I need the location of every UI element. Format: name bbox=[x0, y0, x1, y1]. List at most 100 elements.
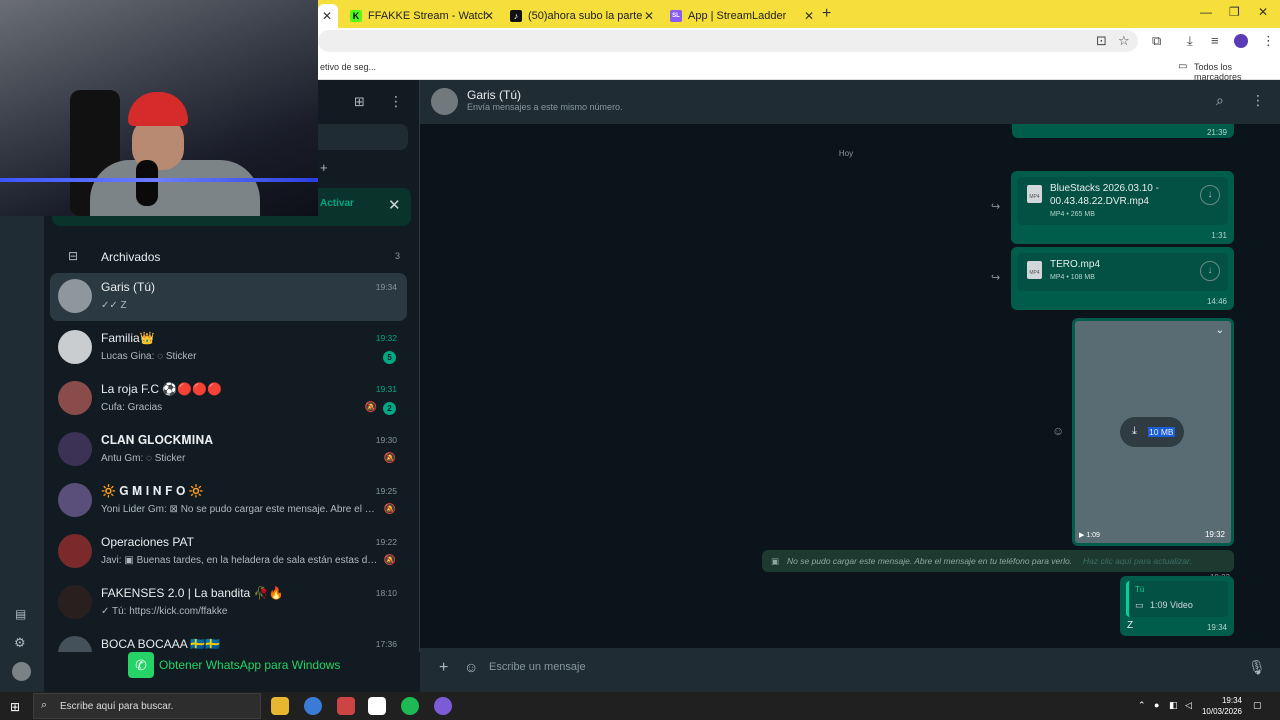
file-explorer-icon[interactable] bbox=[271, 697, 289, 715]
extensions-icon[interactable]: ⧉ bbox=[1152, 33, 1161, 49]
contact-name: Garis (Tú) bbox=[467, 88, 521, 102]
media-icon[interactable]: ▤ bbox=[15, 607, 26, 621]
profile-avatar[interactable] bbox=[1234, 34, 1248, 48]
spotify-icon[interactable] bbox=[401, 697, 419, 715]
windows-start-icon[interactable]: ⊞ bbox=[10, 700, 20, 714]
settings-icon[interactable]: ⚙ bbox=[14, 635, 26, 651]
chat-item[interactable]: BOCA BOCAAA 🇸🇪🇸🇪 17:36 bbox=[50, 630, 407, 652]
network-icon[interactable]: ◧ bbox=[1169, 700, 1178, 711]
tab-ffakke[interactable]: K FFAKKE Stream - Watch Live on ✕ bbox=[342, 4, 500, 28]
file-meta: MP4 • 265 MB bbox=[1050, 211, 1095, 218]
menu-icon[interactable]: ⋮ bbox=[389, 93, 403, 110]
menu-icon[interactable]: ⋮ bbox=[1251, 92, 1265, 109]
quoted-message[interactable]: Tú ▭ 1:09 Video bbox=[1126, 581, 1228, 617]
chat-time: 19:30 bbox=[375, 435, 397, 445]
streamer-body bbox=[90, 160, 260, 216]
failed-message[interactable]: ▣ No se pudo cargar este mensaje. Abre e… bbox=[762, 550, 1234, 582]
unread-badge: 2 bbox=[383, 402, 396, 415]
clock-time: 19:34 bbox=[1221, 696, 1242, 705]
bookmark-star-icon[interactable]: ☆ bbox=[1118, 33, 1130, 49]
file-attachment[interactable]: MP4 BlueStacks 2026.03.10 - 00.43.48.22.… bbox=[1017, 177, 1228, 225]
chat-item[interactable]: 🔆 𝐆 𝐌 𝐈 𝐍 𝐅 𝐎 🔆 Yoni Lider Gm: ⊠ No se p… bbox=[50, 477, 407, 525]
all-bookmarks[interactable]: Todos los marcadores bbox=[1194, 62, 1280, 82]
forward-icon[interactable]: ↪ bbox=[991, 200, 1000, 213]
chat-item[interactable]: 𝐂𝐋𝐀𝐍 𝐆𝐋𝐎𝐂𝐊𝐌𝐈𝐍𝐀 Antu Gm: ◌ Sticker 19:30 … bbox=[50, 426, 407, 474]
get-app-label: Obtener WhatsApp para Windows bbox=[159, 658, 341, 672]
new-chat-icon[interactable]: ⊞ bbox=[354, 94, 365, 110]
file-meta: MP4 • 108 MB bbox=[1050, 274, 1095, 281]
restore-icon[interactable]: ❐ bbox=[1229, 5, 1240, 19]
microphone-icon[interactable]: 🎙 bbox=[1248, 659, 1266, 676]
archived-label: Archivados bbox=[101, 250, 161, 264]
get-whatsapp-banner[interactable]: ✆ Obtener WhatsApp para Windows bbox=[44, 652, 420, 692]
download-icon[interactable]: ↓ bbox=[1200, 185, 1220, 205]
download-video-button[interactable]: ⤓ 10 MB bbox=[1120, 417, 1184, 447]
close-icon[interactable]: ✕ bbox=[484, 9, 494, 23]
message-input[interactable]: Escribe un mensaje bbox=[489, 661, 586, 673]
chat-name: BOCA BOCAAA 🇸🇪🇸🇪 bbox=[101, 637, 221, 651]
volume-icon[interactable]: ◁ bbox=[1185, 700, 1192, 711]
conversation-header[interactable]: Garis (Tú) Envía mensajes a este mismo n… bbox=[420, 80, 1280, 124]
close-window-icon[interactable]: ✕ bbox=[1258, 5, 1268, 19]
chat-item[interactable]: Familia👑 Lucas Gina: ◌ Sticker 19:32 5 bbox=[50, 324, 407, 372]
taskbar-search[interactable]: ⌕ Escribe aquí para buscar. bbox=[33, 693, 261, 719]
install-app-icon[interactable]: ⊡ bbox=[1096, 33, 1107, 49]
bookmark-item[interactable]: etivo de seg... bbox=[320, 62, 376, 72]
file-message[interactable]: MP4 BlueStacks 2026.03.10 - 00.43.48.22.… bbox=[1011, 171, 1234, 244]
chat-time: 19:22 bbox=[375, 537, 397, 547]
file-icon: MP4 bbox=[1027, 261, 1042, 279]
app-icon[interactable] bbox=[337, 697, 355, 715]
chat-item[interactable]: La roja F.C ⚽🔴🔴🔴 Cufa: Gracias 19:31 🔕 2 bbox=[50, 375, 407, 423]
file-message[interactable]: MP4 TERO.mp4 MP4 • 108 MB ↓ 14:46 bbox=[1011, 247, 1234, 310]
muted-icon: 🔕 bbox=[383, 504, 396, 515]
tab-streamladder[interactable]: SL App | StreamLadder ✕ bbox=[662, 4, 820, 28]
discord-icon[interactable] bbox=[434, 697, 452, 715]
close-icon[interactable]: ✕ bbox=[388, 196, 401, 214]
new-tab-button[interactable]: + bbox=[822, 5, 831, 23]
video-message[interactable]: ⌄ ⤓ 10 MB ▶ 1:09 19:32 bbox=[1072, 318, 1234, 546]
close-icon[interactable]: ✕ bbox=[322, 9, 332, 23]
unread-badge: 5 bbox=[383, 351, 396, 364]
duration-text: 1:09 bbox=[1086, 532, 1100, 539]
close-icon[interactable]: ✕ bbox=[644, 9, 654, 23]
webcam-overlay bbox=[0, 0, 318, 216]
search-icon[interactable]: ⌕ bbox=[1216, 92, 1224, 109]
menu-icon[interactable]: ⋮ bbox=[1262, 33, 1275, 49]
tray-chevron-icon[interactable]: ⌃ bbox=[1138, 700, 1146, 711]
chat-item[interactable]: Garis (Tú) ✓✓ Z 19:34 bbox=[50, 273, 407, 321]
profile-avatar[interactable] bbox=[12, 662, 31, 681]
emoji-react-icon[interactable]: ☺ bbox=[1052, 424, 1064, 438]
download-icon[interactable]: ↓ bbox=[1200, 261, 1220, 281]
minimize-icon[interactable]: — bbox=[1200, 5, 1212, 19]
chat-preview: Lucas Gina: ◌ Sticker bbox=[101, 351, 197, 362]
close-icon[interactable]: ✕ bbox=[804, 9, 814, 23]
download-icon[interactable]: ⤓ bbox=[1187, 33, 1193, 49]
chevron-down-icon[interactable]: ⌄ bbox=[1216, 325, 1224, 336]
reply-message[interactable]: Tú ▭ 1:09 Video Z 19:34 bbox=[1120, 576, 1234, 636]
archived-row[interactable]: ⊟ Archivados 3 bbox=[52, 240, 408, 276]
muted-icon: 🔕 bbox=[383, 453, 396, 464]
message-bubble[interactable]: 21:39 bbox=[1012, 124, 1234, 138]
mic-tray-icon[interactable]: ● bbox=[1154, 700, 1159, 710]
file-attachment[interactable]: MP4 TERO.mp4 MP4 • 108 MB ↓ bbox=[1017, 253, 1228, 291]
notifications-icon[interactable]: ▢ bbox=[1253, 700, 1262, 711]
chrome-icon[interactable] bbox=[304, 697, 322, 715]
chat-time: 17:36 bbox=[375, 639, 397, 649]
folder-icon: ▭ bbox=[1178, 61, 1188, 72]
tab-partial[interactable]: ✕ bbox=[318, 4, 338, 28]
system-clock[interactable]: 19:34 10/03/2026 bbox=[1200, 695, 1242, 717]
activate-button[interactable]: Activar bbox=[320, 198, 354, 209]
media-control-icon[interactable]: ≡ bbox=[1211, 33, 1219, 48]
sticker-icon[interactable]: ☺ bbox=[464, 659, 478, 675]
omnibox[interactable] bbox=[318, 30, 1138, 52]
avatar bbox=[58, 432, 92, 466]
add-filter-icon[interactable]: + bbox=[320, 160, 328, 175]
tab-tiktok[interactable]: ♪ (50)ahora subo la parte en que ✕ bbox=[502, 4, 660, 28]
app-icon[interactable] bbox=[368, 697, 386, 715]
refresh-link[interactable]: Haz clic aquí para actualizar. bbox=[1083, 556, 1192, 566]
chat-item[interactable]: FAKENSES 2.0 | La bandita 🥀🔥 ✓ Tú: https… bbox=[50, 579, 407, 627]
forward-icon[interactable]: ↪ bbox=[991, 271, 1000, 284]
chat-item[interactable]: Operaciones PAT Javi: ▣ Buenas tardes, e… bbox=[50, 528, 407, 576]
red-cap bbox=[128, 92, 188, 126]
attach-icon[interactable]: + bbox=[439, 659, 448, 677]
